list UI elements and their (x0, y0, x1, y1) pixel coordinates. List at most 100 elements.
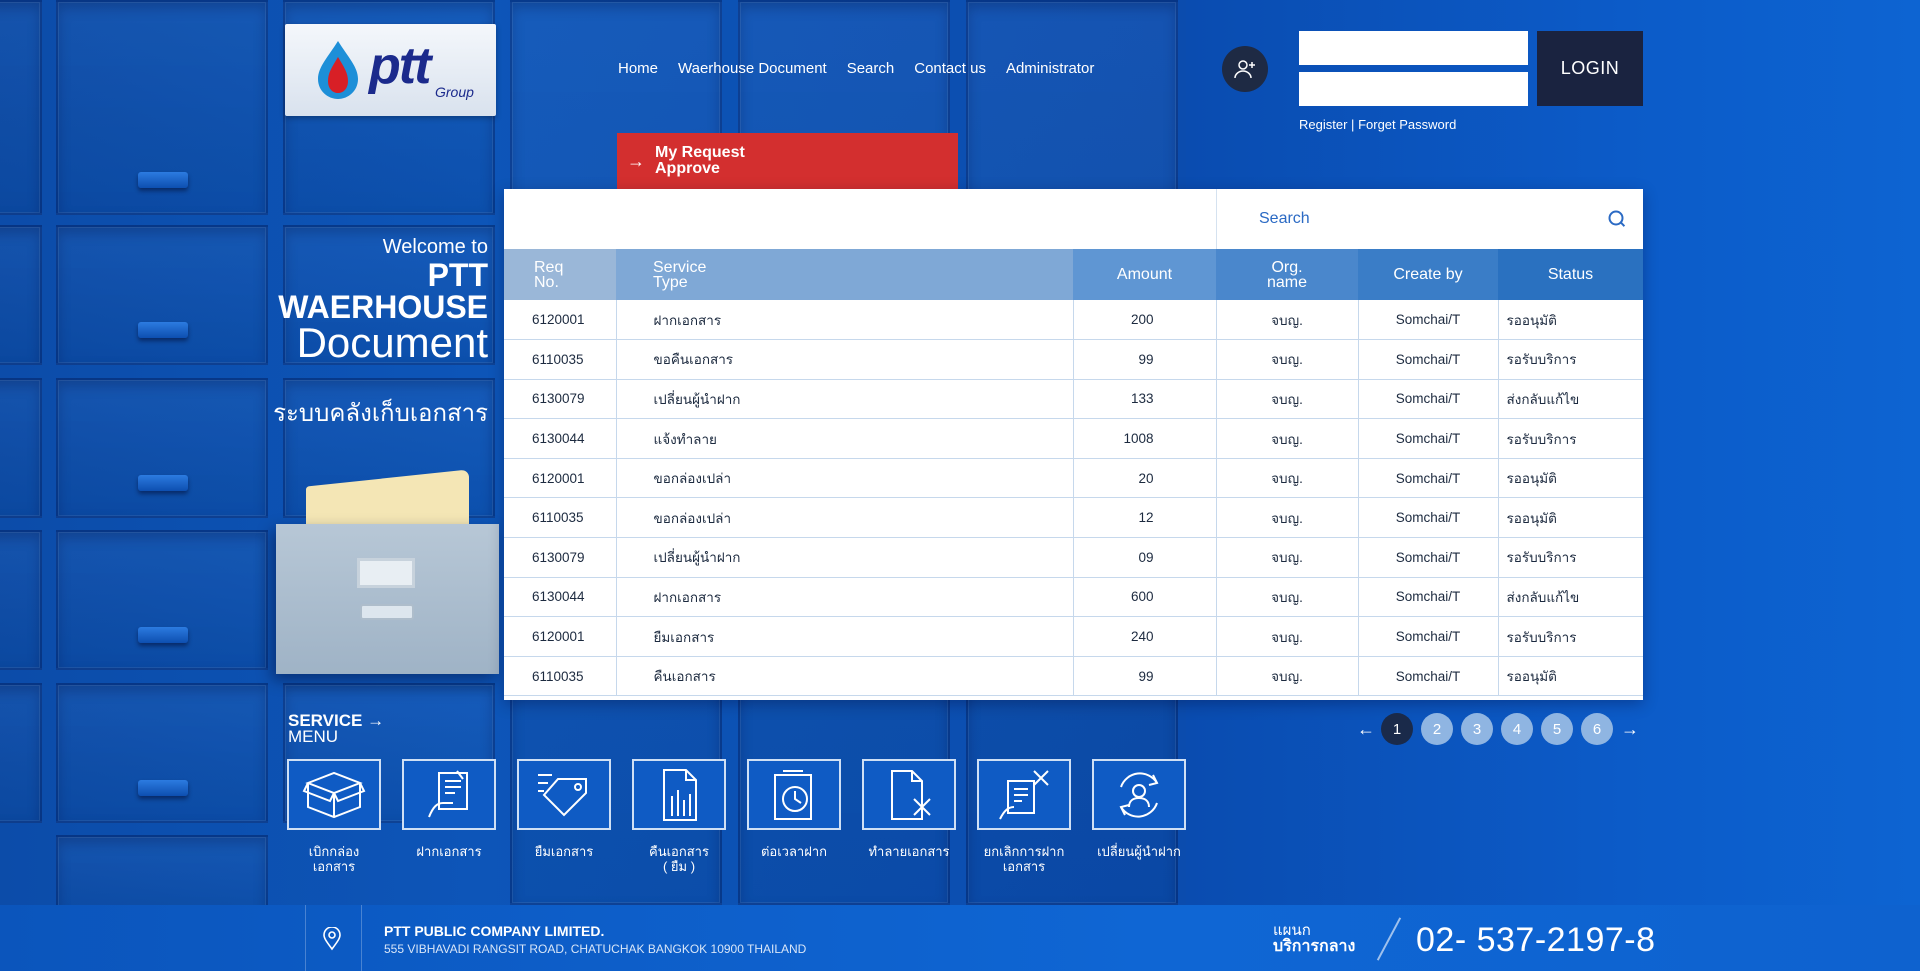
cell-create-by: Somchai/T (1358, 379, 1499, 420)
page-6[interactable]: 6 (1581, 713, 1613, 745)
cancel-deposit-icon (999, 769, 1049, 819)
col-req-no[interactable]: Req No. (504, 249, 616, 300)
request-table-panel: ReqNo. ServiceType Amount Org.name Creat… (504, 189, 1643, 700)
cabinet-drawer (0, 683, 42, 823)
table-row[interactable]: 6130044 แจ้งทำลาย 1008 จบญ. Somchai/T รอรับบร… (504, 418, 1643, 459)
welcome-ptt: PTT (427, 257, 488, 293)
table-row[interactable]: 6120001 ขอกล่องเปล่า 20 จบญ. Somchai/T รออนุม… (504, 458, 1643, 499)
service-borrow-document[interactable]: ยืมเอกสาร (516, 759, 612, 874)
service-destroy-document[interactable]: ทำลายเอกสาร (861, 759, 957, 874)
cell-req-no: 6110035 (504, 497, 617, 539)
cabinet-drawer (0, 0, 42, 215)
ptt-logo[interactable]: ptt Group (285, 24, 496, 116)
password-field[interactable] (1299, 72, 1528, 106)
col-create-by[interactable]: Create by (1358, 249, 1498, 300)
cell-service-type: ขอกล่องเปล่า (616, 458, 1074, 499)
col-amount[interactable]: Amount (1073, 249, 1216, 300)
cell-org-name: จบญ. (1216, 537, 1359, 578)
nav-home[interactable]: Home (618, 60, 658, 77)
cabinet-drawer (0, 225, 42, 365)
cell-create-by: Somchai/T (1358, 497, 1499, 539)
page-2[interactable]: 2 (1421, 713, 1453, 745)
cell-req-no: 6130079 (504, 537, 617, 578)
cell-service-type: คืนเอกสาร (616, 656, 1074, 697)
cabinet-drawer (56, 835, 268, 905)
main-nav: Home Waerhouse Document Search Contact u… (618, 60, 1094, 77)
table-row[interactable]: 6130079 เปลี่ยนผู้นำฝาก 09 จบญ. Somchai/T รอร… (504, 537, 1643, 578)
cell-status: รอรับบริการ (1498, 418, 1643, 459)
service-deposit-document[interactable]: ฝากเอกสาร (401, 759, 497, 874)
add-user-button[interactable] (1222, 46, 1268, 92)
register-links: Register | Forget Password (1299, 117, 1456, 132)
cell-create-by: Somchai/T (1358, 577, 1499, 618)
service-request-box[interactable]: เบิกกล่อง เอกสาร (286, 759, 382, 874)
service-cancel-deposit[interactable]: ยกเลิกการฝาก เอกสาร (976, 759, 1072, 874)
cabinet-drawer (0, 530, 42, 670)
col-status[interactable]: Status (1498, 249, 1643, 300)
pagination: ← 1 2 3 4 5 6 → (1357, 713, 1639, 745)
table-row[interactable]: 6110035 คืนเอกสาร 99 จบญ. Somchai/T รออนุมัติ (504, 656, 1643, 697)
page-4[interactable]: 4 (1501, 713, 1533, 745)
cell-amount: 99 (1073, 656, 1217, 697)
cell-req-no: 6120001 (504, 616, 617, 657)
cell-amount: 240 (1073, 616, 1217, 657)
cell-status: รอรับบริการ (1498, 616, 1643, 657)
footer: PTT PUBLIC COMPANY LIMITED. 555 VIBHAVAD… (0, 905, 1920, 971)
login-button[interactable]: LOGIN (1537, 31, 1643, 106)
page-3[interactable]: 3 (1461, 713, 1493, 745)
cabinet-drawer (56, 378, 268, 518)
arrow-right-icon: → (627, 150, 645, 171)
extend-clock-icon (774, 769, 812, 820)
table-row[interactable]: 6110035 ขอกล่องเปล่า 12 จบญ. Somchai/T รออนุม… (504, 497, 1643, 539)
nav-warehouse-document[interactable]: Waerhouse Document (678, 60, 827, 77)
cell-org-name: จบญ. (1216, 577, 1359, 618)
search-icon[interactable] (1607, 209, 1627, 229)
service-return-document[interactable]: คืนเอกสาร( ยืม ) (631, 759, 727, 874)
arrow-right-icon: → (367, 711, 385, 730)
cell-org-name: จบญ. (1216, 418, 1359, 459)
search-input[interactable] (1217, 189, 1577, 249)
table-row[interactable]: 6130044 ฝากเอกสาร 600 จบญ. Somchai/T ส่งกลับแ… (504, 577, 1643, 618)
my-request-approve-tab[interactable]: → My Request Approve (617, 133, 958, 189)
forget-password-link[interactable]: Forget Password (1358, 117, 1456, 132)
cell-amount: 133 (1073, 379, 1217, 420)
page-5[interactable]: 5 (1541, 713, 1573, 745)
cell-req-no: 6110035 (504, 339, 617, 380)
page-1[interactable]: 1 (1381, 713, 1413, 745)
cell-status: รออนุมัติ (1498, 656, 1643, 697)
table-row[interactable]: 6120001 ฝากเอกสาร 200 จบญ. Somchai/T รออนุมัต… (504, 300, 1643, 341)
prev-page-arrow-icon[interactable]: ← (1357, 719, 1375, 740)
table-row[interactable]: 6130079 เปลี่ยนผู้นำฝาก 133 จบญ. Somchai/T ส่… (504, 379, 1643, 420)
table-header-row: Req No. Service Type Amount Org. name Creat… (504, 249, 1643, 300)
file-drawer-illustration (276, 469, 499, 674)
cabinet-drawer (56, 0, 268, 215)
footer-phone[interactable]: 02- 537-2197-8 (1416, 921, 1656, 960)
nav-administrator[interactable]: Administrator (1006, 60, 1094, 77)
cell-create-by: Somchai/T (1358, 300, 1499, 341)
footer-department: แผนก บริการกลาง (1273, 922, 1356, 955)
cell-org-name: จบญ. (1216, 656, 1359, 697)
cell-org-name: จบญ. (1216, 497, 1359, 539)
next-page-arrow-icon[interactable]: → (1621, 719, 1639, 740)
table-row[interactable]: 6120001 ยืมเอกสาร 240 จบญ. Somchai/T รอรับบริ… (504, 616, 1643, 657)
box-icon (302, 771, 366, 818)
footer-address: 555 VIBHAVADI RANGSIT ROAD, CHATUCHAK BA… (384, 942, 807, 956)
register-link[interactable]: Register (1299, 117, 1347, 132)
logo-text: ptt (369, 37, 431, 95)
service-change-depositor[interactable]: เปลี่ยนผู้นำฝาก (1091, 759, 1187, 874)
cell-amount: 99 (1073, 339, 1217, 380)
username-field[interactable] (1299, 31, 1528, 65)
nav-contact-us[interactable]: Contact us (914, 60, 986, 77)
cabinet-drawer (56, 530, 268, 670)
cell-status: รออนุมัติ (1498, 300, 1643, 341)
nav-search[interactable]: Search (847, 60, 895, 77)
cell-create-by: Somchai/T (1358, 418, 1499, 459)
cell-create-by: Somchai/T (1358, 458, 1499, 499)
cell-status: รออนุมัติ (1498, 458, 1643, 499)
table-row[interactable]: 6110035 ขอคืนเอกสาร 99 จบญ. Somchai/T รอรับบร… (504, 339, 1643, 380)
col-service-type[interactable]: Service Type (616, 249, 1073, 300)
cell-create-by: Somchai/T (1358, 616, 1499, 657)
cell-service-type: ยืมเอกสาร (616, 616, 1074, 657)
col-org-name[interactable]: Org. name (1216, 249, 1358, 300)
service-extend-deposit[interactable]: ต่อเวลาฝาก (746, 759, 842, 874)
